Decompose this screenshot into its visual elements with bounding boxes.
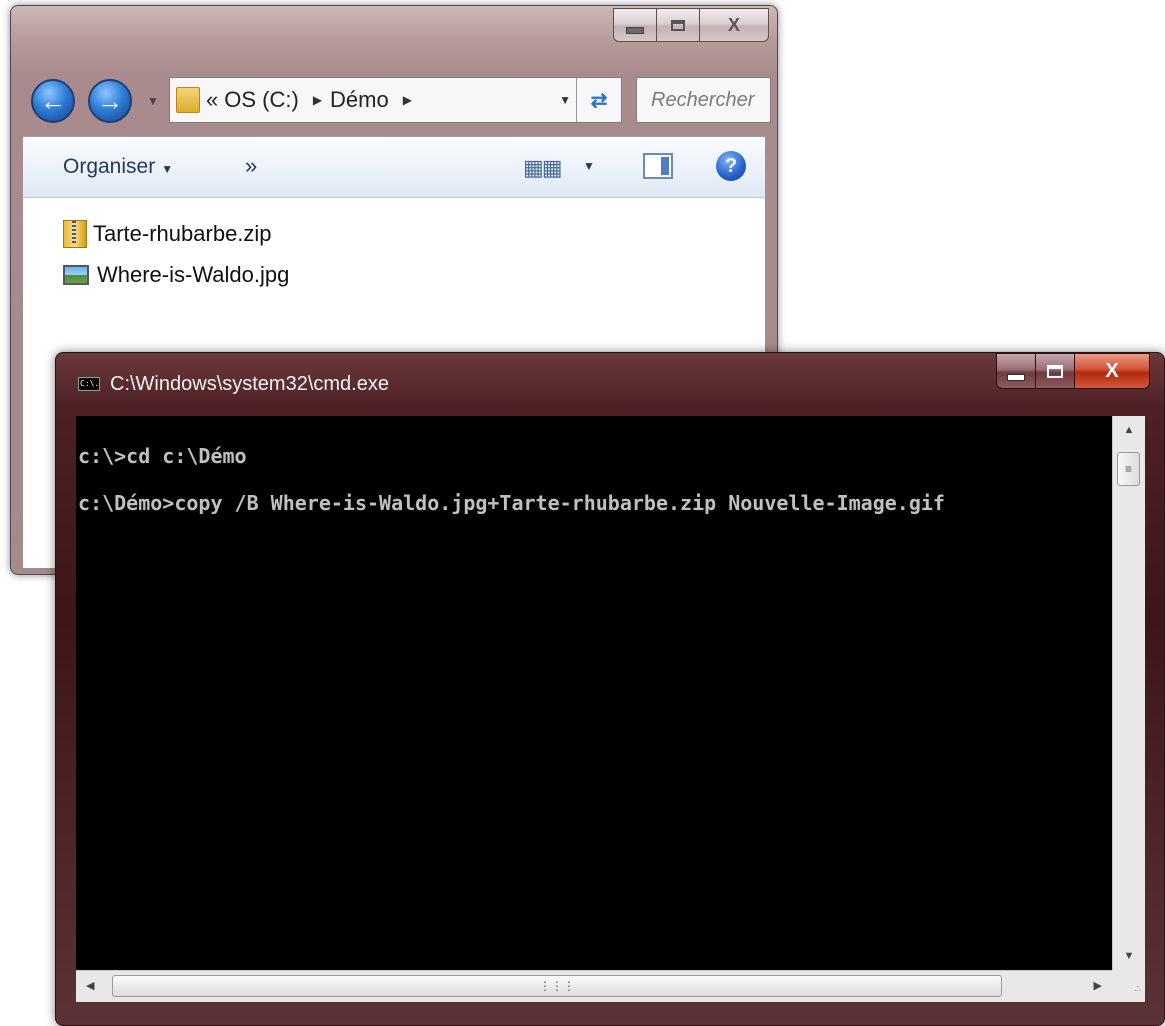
chevron-right-icon[interactable]: ▶ bbox=[313, 93, 322, 107]
chevron-down-icon: ▼ bbox=[161, 162, 174, 176]
refresh-button[interactable]: ⇄ bbox=[576, 78, 621, 122]
console-line: c:\Démo>copy /B Where-is-Waldo.jpg+Tarte… bbox=[78, 491, 945, 515]
forward-button[interactable]: → bbox=[88, 79, 132, 123]
file-name: Tarte-rhubarbe.zip bbox=[93, 221, 272, 246]
recent-locations-dropdown[interactable]: ▼ bbox=[147, 94, 159, 108]
address-segment-drive[interactable]: OS (C:) bbox=[224, 87, 299, 113]
explorer-maximize-button[interactable] bbox=[656, 8, 700, 42]
cmd-minimize-button[interactable] bbox=[996, 353, 1036, 389]
list-item[interactable]: Where-is-Waldo.jpg bbox=[63, 262, 289, 288]
console-line: c:\>cd c:\Démo bbox=[78, 444, 247, 468]
chevron-right-icon[interactable]: ▶ bbox=[403, 93, 412, 107]
forward-arrow-icon: → bbox=[97, 85, 123, 116]
back-arrow-icon: ← bbox=[40, 85, 66, 116]
help-icon[interactable]: ? bbox=[716, 151, 746, 181]
vertical-scroll-thumb[interactable]: ≡ bbox=[1117, 452, 1140, 486]
search-input[interactable]: Rechercher bbox=[636, 77, 771, 123]
navigation-bar: ← → ▼ « OS (C:) ▶ Démo ▶ ▼ ⇄ Rechercher bbox=[31, 76, 771, 126]
address-segment-folder[interactable]: Démo bbox=[330, 87, 389, 113]
preview-pane-icon[interactable] bbox=[643, 153, 673, 179]
explorer-caption-buttons: X bbox=[613, 8, 769, 42]
scroll-left-icon[interactable]: ◀ bbox=[86, 979, 94, 992]
explorer-close-button[interactable]: X bbox=[699, 8, 769, 42]
cmd-maximize-button[interactable] bbox=[1035, 353, 1075, 389]
zip-folder-icon bbox=[63, 220, 87, 248]
organise-label: Organiser bbox=[63, 155, 156, 178]
command-bar: Organiser ▼ » ▦▦ ▼ ? bbox=[23, 136, 765, 198]
views-icon[interactable]: ▦▦ bbox=[523, 155, 563, 181]
views-dropdown[interactable]: ▼ bbox=[583, 159, 595, 173]
address-history-dropdown[interactable]: ▼ bbox=[559, 93, 571, 107]
horizontal-scroll-thumb[interactable]: ⋮⋮⋮ bbox=[112, 975, 1002, 997]
address-bar[interactable]: « OS (C:) ▶ Démo ▶ ▼ ⇄ bbox=[169, 77, 622, 123]
back-button[interactable]: ← bbox=[31, 79, 75, 123]
explorer-minimize-button[interactable] bbox=[613, 8, 657, 42]
list-item[interactable]: Tarte-rhubarbe.zip bbox=[63, 220, 272, 248]
cmd-close-button[interactable]: X bbox=[1074, 353, 1150, 389]
window-title: C:\Windows\system32\cmd.exe bbox=[110, 372, 389, 395]
address-overflow[interactable]: « bbox=[206, 87, 218, 113]
image-file-icon bbox=[63, 265, 89, 285]
search-placeholder: Rechercher bbox=[651, 88, 755, 111]
vertical-scrollbar[interactable]: ▲ ≡ ▼ bbox=[1112, 416, 1145, 970]
console-output[interactable]: c:\>cd c:\Démo c:\Démo>copy /B Where-is-… bbox=[76, 416, 1112, 970]
cmd-window: C:\. C:\Windows\system32\cmd.exe X c:\>c… bbox=[55, 352, 1165, 1026]
file-name: Where-is-Waldo.jpg bbox=[97, 262, 290, 287]
cmd-app-icon[interactable]: C:\. bbox=[78, 377, 100, 391]
more-commands-button[interactable]: » bbox=[245, 153, 257, 179]
horizontal-scrollbar[interactable]: ◀ ⋮⋮⋮ ▶ bbox=[76, 970, 1112, 1002]
scroll-down-icon[interactable]: ▼ bbox=[1113, 950, 1145, 962]
cmd-caption-buttons: X bbox=[996, 353, 1150, 389]
cmd-titlebar[interactable]: C:\. C:\Windows\system32\cmd.exe bbox=[78, 369, 389, 399]
scroll-right-icon[interactable]: ▶ bbox=[1094, 979, 1102, 992]
organise-button[interactable]: Organiser ▼ bbox=[63, 155, 173, 179]
folder-icon bbox=[176, 87, 200, 113]
scroll-up-icon[interactable]: ▲ bbox=[1113, 424, 1145, 436]
refresh-icon: ⇄ bbox=[590, 89, 608, 112]
resize-grip-icon[interactable]: ∴ bbox=[1112, 970, 1145, 1002]
